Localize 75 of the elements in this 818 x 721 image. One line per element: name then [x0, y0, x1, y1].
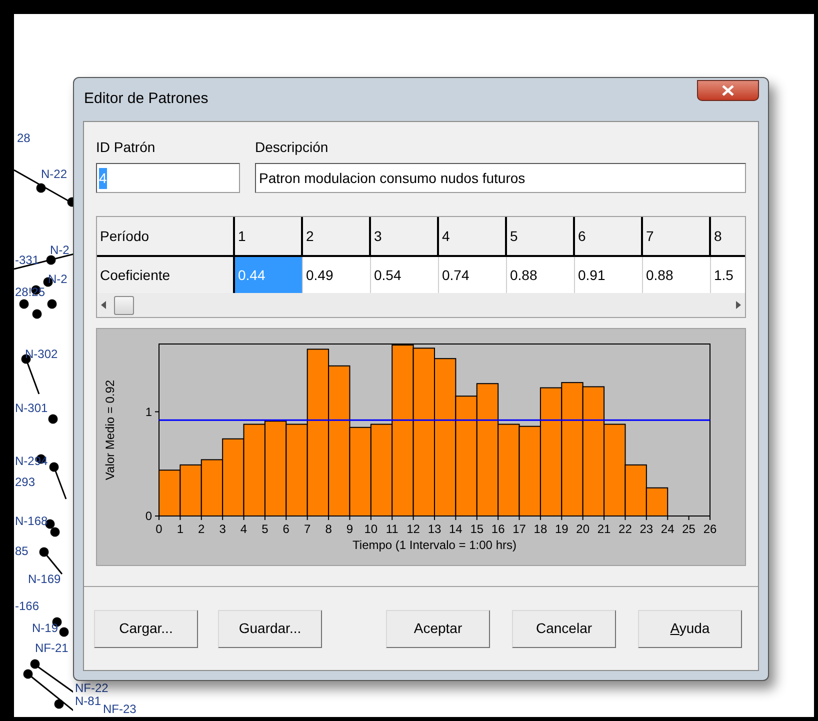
x-tick-label: 4 [240, 522, 248, 536]
node-label: NF-23 [103, 703, 136, 715]
x-tick-label: 5 [262, 522, 268, 536]
x-tick-label: 6 [282, 522, 290, 536]
node-label: N-294 [15, 455, 48, 467]
scrollbar-thumb[interactable] [114, 296, 134, 314]
node-label: N-22 [41, 168, 68, 180]
description-input-field[interactable]: Patron modulacion consumo nudos futuros [255, 163, 746, 193]
y-tick-label: 0 [145, 509, 152, 523]
x-tick-label: 3 [219, 522, 226, 536]
node-label: N-19 [32, 622, 58, 634]
node-label: NF-22 [75, 682, 108, 694]
node-label: 293 [15, 476, 36, 488]
node-label: 28!25 [15, 286, 46, 298]
x-tick-label: 21 [597, 522, 611, 536]
x-tick-label: 2 [198, 522, 205, 536]
window-title: Editor de Patrones [83, 89, 208, 110]
node-label: N-2 [50, 244, 70, 256]
column-header-cell: 2 [303, 217, 371, 257]
scroll-left-icon[interactable] [101, 301, 106, 309]
node-label: NF-21 [35, 642, 68, 654]
dialog-button[interactable]: Guardar... [218, 610, 322, 648]
node-label: 85 [15, 545, 28, 557]
node-label: N-81 [75, 695, 102, 707]
close-button[interactable] [697, 80, 759, 101]
column-header-cell: 6 [575, 217, 643, 257]
x-tick-label: 25 [682, 522, 696, 536]
horizontal-scrollbar[interactable] [97, 293, 745, 317]
node-label: -166 [15, 600, 40, 612]
node-label: N-2 [48, 273, 68, 285]
column-header-cell: 3 [371, 217, 439, 257]
column-header-cell: 7 [643, 217, 711, 257]
x-tick-label: 26 [703, 522, 717, 536]
node-label: N-302 [25, 348, 58, 360]
x-tick-label: 9 [346, 522, 354, 536]
x-tick-label: 12 [406, 522, 420, 536]
x-tick-label: 16 [491, 522, 505, 536]
field-label: Descripción [255, 138, 330, 157]
dialog-button[interactable]: Cancelar [512, 610, 616, 648]
column-header-cell: 4 [439, 217, 507, 257]
x-tick-label: 20 [576, 522, 590, 536]
x-tick-label: 14 [449, 522, 462, 536]
row-header-cell: Período [97, 217, 235, 257]
dialog-button[interactable]: Cargar... [94, 610, 198, 648]
x-tick-label: 22 [618, 522, 632, 536]
x-tick-label: 8 [325, 522, 332, 536]
x-tick-label: 17 [512, 522, 526, 536]
x-tick-label: 15 [470, 522, 484, 536]
x-tick-label: 24 [660, 522, 674, 536]
x-tick-label: 19 [554, 522, 568, 536]
x-tick-label: 10 [364, 522, 378, 536]
field-label: ID Patrón [96, 138, 156, 157]
y-axis-title: Valor Medio = 0.92 [103, 380, 117, 480]
close-icon [722, 85, 734, 96]
node-label: N-301 [15, 402, 48, 414]
x-tick-label: 0 [156, 522, 162, 536]
row-header-cell: Coeficiente [97, 257, 235, 293]
node-label: -331 [15, 254, 40, 266]
y-tick-label: 1 [145, 404, 152, 419]
column-header-cell: 8 [711, 217, 745, 257]
x-tick-label: 18 [534, 522, 548, 536]
dialog-button[interactable]: Ayuda [638, 610, 742, 648]
column-header-cell: 5 [507, 217, 575, 257]
node-label: 28 [17, 132, 30, 144]
x-axis-title: Tiempo (1 Intervalo = 1:00 hrs) [352, 538, 516, 552]
node-label: N-168 [15, 515, 48, 527]
scroll-right-icon[interactable] [736, 301, 741, 309]
x-tick-label: 7 [304, 522, 311, 536]
node-label: N-169 [28, 573, 61, 585]
column-header-cell: 1 [235, 217, 303, 257]
x-tick-label: 11 [386, 522, 398, 536]
x-tick-label: 23 [640, 522, 654, 536]
x-tick-label: 13 [428, 522, 442, 536]
dialog-button[interactable]: Aceptar [386, 610, 490, 648]
x-tick-label: 1 [176, 522, 184, 536]
